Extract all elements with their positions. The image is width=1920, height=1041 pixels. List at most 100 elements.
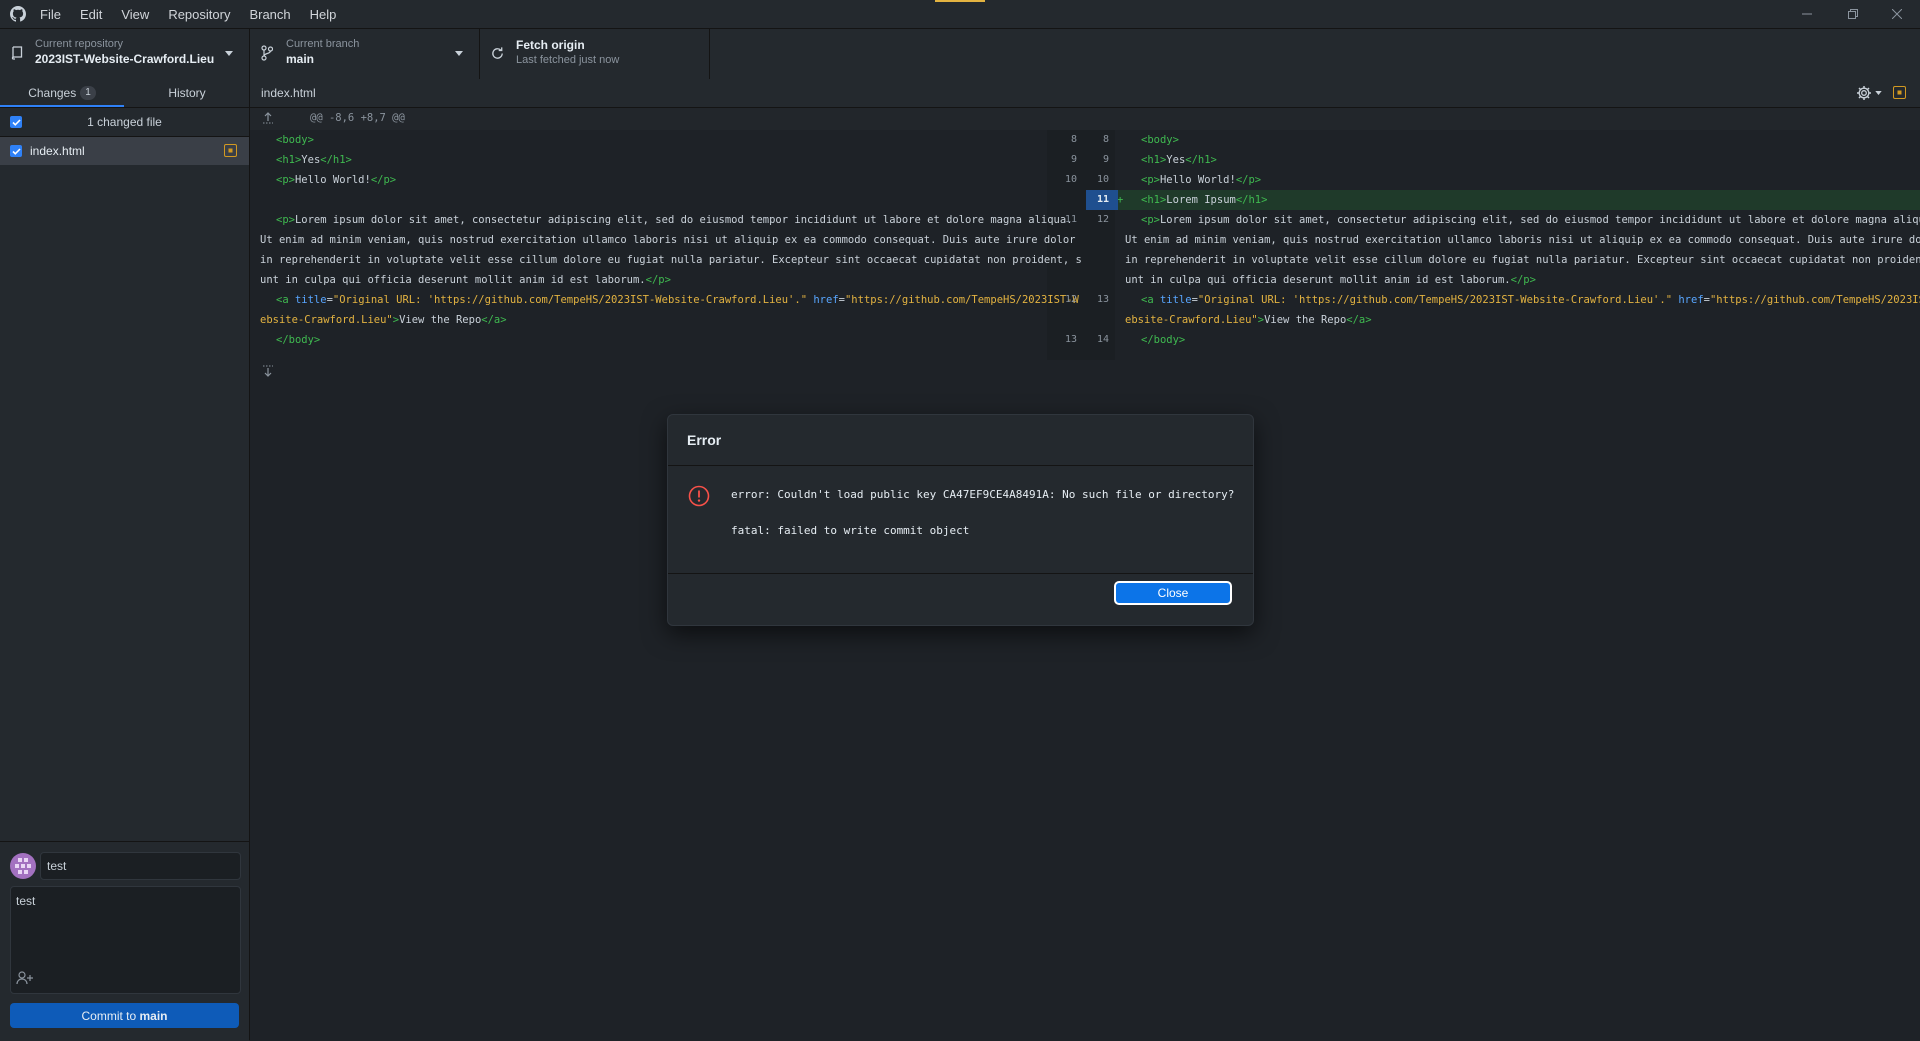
menu-view[interactable]: View: [121, 7, 149, 22]
old-line-number: 13: [1064, 334, 1077, 345]
code-token: </h1>: [1185, 154, 1217, 166]
code-line: <p>Lorem ipsum dolor sit amet, consectet…: [1141, 210, 1920, 230]
code-token: <p>: [276, 174, 295, 186]
hunk-range: @@ -8,6 +8,7 @@: [310, 112, 405, 124]
restore-button[interactable]: [1830, 0, 1876, 28]
dialog-body: error: Couldn't load public key CA47EF9C…: [668, 466, 1253, 574]
add-coauthor-icon[interactable]: [16, 971, 34, 985]
code-line: Ut enim ad minim veniam, quis nostrud ex…: [260, 230, 1075, 250]
code-token: <p>: [1141, 214, 1160, 226]
toolbar: Current repository 2023IST-Website-Crawf…: [0, 28, 1920, 80]
code-token: Hello World!: [1159, 174, 1236, 186]
code-token: title: [294, 294, 327, 306]
new-line-number: 13: [1096, 294, 1109, 305]
tab-history-label: History: [168, 86, 206, 100]
chevron-down-icon: [225, 51, 233, 56]
code-token: View the Repo: [399, 314, 482, 326]
menu-branch[interactable]: Branch: [249, 7, 290, 22]
commit-label: Commit to: [81, 1008, 140, 1023]
code-line: unt in culpa qui officia deserunt mollit…: [1125, 270, 1536, 290]
code-token: </p>: [1510, 274, 1536, 286]
close-button[interactable]: Close: [1114, 581, 1232, 605]
code-line: <body>: [276, 130, 314, 150]
error-icon: [688, 485, 710, 507]
code-token: </p>: [1235, 174, 1262, 186]
code-token: Lorem Ipsum: [1166, 194, 1236, 206]
code-line: <p>Lorem ipsum dolor sit amet, consectet…: [276, 210, 1073, 230]
commit-area: test test Commit to main: [0, 841, 249, 1041]
new-line-number: 11: [1096, 194, 1109, 205]
code-token: Lorem ipsum dolor sit amet, consectetur …: [1159, 214, 1920, 226]
description-input[interactable]: test: [10, 886, 241, 994]
title-accent: [935, 0, 985, 2]
code-line: ebsite-Crawford.Lieu">View the Repo</a>: [1125, 310, 1372, 330]
branch-name: main: [286, 52, 315, 66]
code-token: <body>: [1141, 134, 1179, 146]
code-token: Hello World!: [294, 174, 371, 186]
fatal-message: fatal: failed to write commit object: [731, 524, 970, 537]
file-name: index.html: [30, 144, 85, 158]
sidebar: Changes 1 History 1 changed file index.h…: [0, 79, 250, 1041]
code-line: <p>Hello World!</p>: [276, 170, 396, 190]
code-token: <h1>: [1141, 194, 1167, 206]
expand-down-icon[interactable]: [262, 365, 274, 377]
code-token: "https://github.com/TempeHS/2023IST-W: [844, 294, 1079, 306]
branch-label: Current branch: [286, 38, 360, 50]
code-line: ebsite-Crawford.Lieu">View the Repo</a>: [260, 310, 507, 330]
tab-history[interactable]: History: [125, 79, 249, 107]
code-token: <h1>: [1141, 154, 1167, 166]
code-token: </h1>: [1235, 194, 1268, 206]
code-token: in reprehenderit in voluptate velit esse…: [1125, 254, 1920, 266]
commit-button[interactable]: Commit to main: [10, 1003, 239, 1028]
diff-file-name: index.html: [261, 86, 316, 100]
github-logo-icon: [10, 6, 26, 22]
close-window-button[interactable]: [1874, 0, 1920, 28]
dialog-header: Error: [668, 415, 1253, 466]
gear-icon: [1856, 85, 1872, 101]
code-token: unt in culpa qui officia deserunt mollit…: [260, 274, 646, 286]
old-line-number: 10: [1064, 174, 1077, 185]
code-line: </body>: [276, 330, 320, 350]
minimize-button[interactable]: [1784, 0, 1830, 28]
summary-input[interactable]: test: [40, 852, 241, 880]
hunk-header: @@ -8,6 +8,7 @@: [250, 108, 1920, 130]
tab-changes[interactable]: Changes 1: [0, 79, 124, 107]
code-token: </h1>: [320, 154, 352, 166]
code-token: </a>: [481, 314, 507, 326]
error-message: error: Couldn't load public key CA47EF9C…: [731, 488, 1235, 501]
diff-settings-button[interactable]: [1856, 85, 1882, 101]
code-line: <a title="Original URL: 'https://github.…: [1141, 290, 1920, 310]
old-line-number: 8: [1070, 134, 1077, 145]
code-line: <h1>Yes</h1>: [1141, 150, 1217, 170]
code-token: Lorem ipsum dolor sit amet, consectetur …: [294, 214, 1073, 226]
changed-files-header: 1 changed file: [0, 108, 249, 137]
new-line-number: 10: [1096, 174, 1109, 185]
new-line-number: 14: [1096, 334, 1109, 345]
file-checkbox[interactable]: [10, 145, 22, 157]
current-repository-button[interactable]: Current repository 2023IST-Website-Crawf…: [0, 29, 250, 79]
repo-label: Current repository: [35, 38, 124, 50]
menu-help[interactable]: Help: [310, 7, 337, 22]
code-token: </a>: [1346, 314, 1372, 326]
code-line: Ut enim ad minim veniam, quis nostrud ex…: [1125, 230, 1920, 250]
changed-file-row[interactable]: index.html: [0, 137, 249, 165]
code-token: Ut enim ad minim veniam, quis nostrud ex…: [260, 234, 1076, 246]
menu-file[interactable]: File: [40, 7, 61, 22]
code-line: in reprehenderit in voluptate velit esse…: [1125, 250, 1920, 270]
modified-file-icon: [224, 144, 237, 157]
changed-files-count: 1 changed file: [87, 115, 162, 129]
code-token: <a: [1141, 294, 1160, 306]
old-line-number: 9: [1070, 154, 1077, 165]
expand-up-icon[interactable]: [262, 112, 274, 124]
code-token: <p>: [1141, 174, 1160, 186]
code-token: </p>: [370, 174, 397, 186]
fetch-origin-button[interactable]: Fetch origin Last fetched just now: [480, 29, 710, 79]
code-line: unt in culpa qui officia deserunt mollit…: [260, 270, 671, 290]
current-branch-button[interactable]: Current branch main: [250, 29, 480, 79]
menu-edit[interactable]: Edit: [80, 7, 102, 22]
code-token: in reprehenderit in voluptate velit esse…: [260, 254, 1082, 266]
commit-branch: main: [139, 1008, 168, 1023]
description-text: test: [16, 894, 36, 908]
code-token: </body>: [276, 334, 321, 346]
menu-repository[interactable]: Repository: [168, 7, 230, 22]
